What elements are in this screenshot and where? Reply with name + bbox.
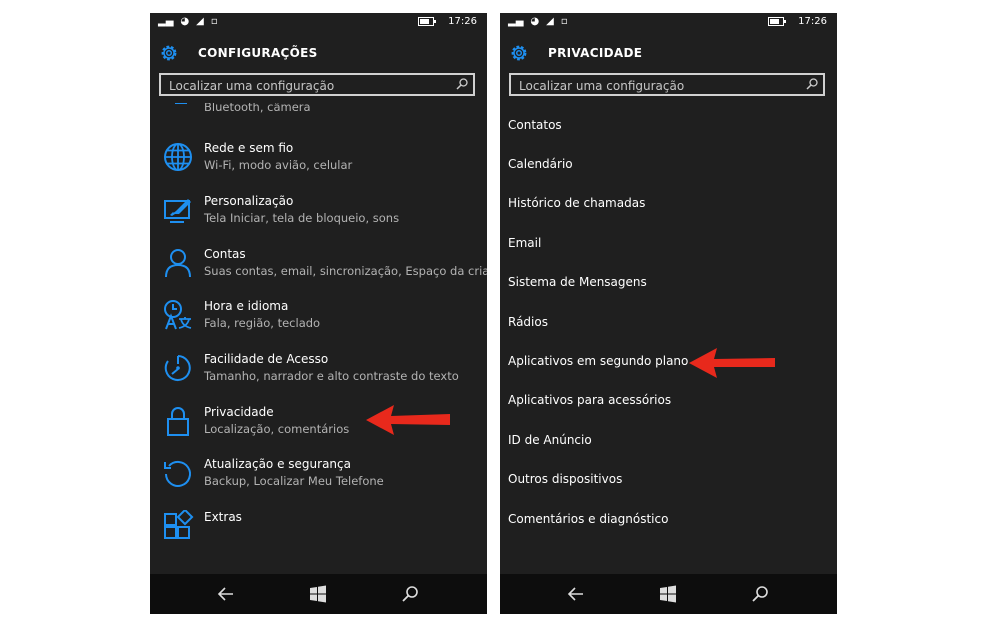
extras-icon bbox=[164, 510, 194, 539]
navigation-bar bbox=[150, 574, 487, 614]
settings-item-title: Extras bbox=[204, 510, 242, 524]
status-bar: ▂▄ ◕ ◢ ▫ 17:26 bbox=[150, 13, 487, 33]
settings-item-title: Facilidade de Acesso bbox=[204, 352, 329, 366]
signal-strength-icon: ◢ bbox=[546, 16, 554, 27]
page-title: PRIVACIDADE bbox=[548, 46, 643, 60]
page-header: CONFIGURAÇÕES bbox=[158, 43, 318, 63]
privacy-item-call-history[interactable]: Histórico de chamadas bbox=[508, 196, 645, 210]
settings-item-subtitle: Wi-Fi, modo avião, celular bbox=[204, 158, 353, 172]
settings-item-subtitle: Fala, região, teclado bbox=[204, 316, 321, 330]
settings-item-accounts[interactable]: Contas Suas contas, email, sincronização… bbox=[162, 247, 487, 293]
windows-start-icon[interactable] bbox=[658, 584, 678, 604]
privacy-list: Contatos Calendário Histórico de chamada… bbox=[500, 103, 837, 583]
settings-item-time-language[interactable]: Hora e idioma Fala, região, teclado bbox=[162, 299, 487, 345]
settings-item-title: Personalização bbox=[204, 194, 294, 208]
clock: 17:26 bbox=[448, 16, 477, 27]
search-input[interactable] bbox=[511, 75, 811, 96]
settings-item-subtitle: Tamanho, narrador e alto contraste do te… bbox=[204, 369, 459, 383]
settings-item-subtitle: Localização, comentários bbox=[204, 422, 350, 436]
settings-list: Bluetooth, câmera Rede e sem fio Wi-Fi, … bbox=[150, 103, 487, 583]
settings-item-title: Rede e sem fio bbox=[204, 141, 294, 155]
settings-item-subtitle: Suas contas, email, sincronização, Espaç… bbox=[204, 264, 487, 278]
search-icon[interactable] bbox=[455, 77, 469, 91]
search-icon[interactable] bbox=[400, 584, 420, 604]
settings-item-ease-of-access[interactable]: Facilidade de Acesso Tamanho, narrador e… bbox=[162, 352, 487, 398]
privacy-item-advertising-id[interactable]: ID de Anúncio bbox=[508, 433, 592, 447]
privacy-item-email[interactable]: Email bbox=[508, 236, 541, 250]
windows-start-icon[interactable] bbox=[308, 584, 328, 604]
screenshot: { "status_bar": {"time": "17:26", "batte… bbox=[0, 0, 984, 622]
red-arrow-privacy bbox=[366, 405, 450, 435]
search-icon[interactable] bbox=[750, 584, 770, 604]
settings-item-update-security[interactable]: Atualização e segurança Backup, Localiza… bbox=[162, 457, 487, 503]
privacy-item-messaging[interactable]: Sistema de Mensagens bbox=[508, 275, 647, 289]
settings-item-devices[interactable]: Bluetooth, câmera bbox=[162, 103, 487, 117]
wifi-icon: ◕ bbox=[530, 16, 540, 27]
person-icon bbox=[165, 249, 191, 278]
status-bar: ▂▄ ◕ ◢ ▫ 17:26 bbox=[500, 13, 837, 33]
privacy-item-feedback-diagnostics[interactable]: Comentários e diagnóstico bbox=[508, 512, 668, 526]
settings-item-title: Atualização e segurança bbox=[204, 457, 351, 471]
lock-icon bbox=[167, 407, 189, 436]
settings-screen: ▂▄ ◕ ◢ ▫ 17:26 CONFIGURAÇÕES Localizar u… bbox=[150, 13, 487, 614]
settings-item-network[interactable]: Rede e sem fio Wi-Fi, modo avião, celula… bbox=[162, 141, 487, 187]
privacy-item-background-apps[interactable]: Aplicativos em segundo plano bbox=[508, 354, 688, 368]
settings-item-personalization[interactable]: Personalização Tela Iniciar, tela de blo… bbox=[162, 194, 487, 240]
battery-icon bbox=[418, 17, 437, 26]
signal-icon: ▂▄ bbox=[508, 16, 524, 27]
gear-icon bbox=[161, 45, 177, 61]
privacy-item-contacts[interactable]: Contatos bbox=[508, 118, 562, 132]
gear-icon bbox=[511, 45, 527, 61]
signal-icon: ▂▄ bbox=[158, 16, 174, 27]
battery-icon bbox=[768, 17, 787, 26]
privacy-screen: ▂▄ ◕ ◢ ▫ 17:26 PRIVACIDADE Contatos Cale… bbox=[500, 13, 837, 614]
privacy-item-accessory-apps[interactable]: Aplicativos para acessórios bbox=[508, 393, 671, 407]
message-icon: ▫ bbox=[210, 16, 218, 27]
battery-level bbox=[420, 19, 429, 24]
search-box[interactable] bbox=[509, 73, 825, 96]
settings-item-subtitle: Backup, Localizar Meu Telefone bbox=[204, 474, 384, 488]
page-title: CONFIGURAÇÕES bbox=[198, 46, 318, 60]
settings-item-title: Contas bbox=[204, 247, 246, 261]
page-header: PRIVACIDADE bbox=[508, 43, 642, 63]
back-icon[interactable] bbox=[216, 584, 236, 604]
wifi-icon: ◕ bbox=[180, 16, 190, 27]
back-icon[interactable] bbox=[566, 584, 586, 604]
search-box[interactable] bbox=[159, 73, 475, 96]
settings-item-title: Hora e idioma bbox=[204, 299, 289, 313]
battery-level bbox=[770, 19, 779, 24]
message-icon: ▫ bbox=[560, 16, 568, 27]
time-language-icon bbox=[164, 300, 192, 330]
settings-item-subtitle: Tela Iniciar, tela de bloqueio, sons bbox=[204, 211, 400, 225]
devices-icon bbox=[175, 103, 187, 104]
search-icon[interactable] bbox=[805, 77, 819, 91]
privacy-item-radios[interactable]: Rádios bbox=[508, 315, 548, 329]
navigation-bar bbox=[500, 574, 837, 614]
signal-strength-icon: ◢ bbox=[196, 16, 204, 27]
clock: 17:26 bbox=[798, 16, 827, 27]
update-icon bbox=[164, 460, 191, 487]
globe-icon bbox=[164, 143, 192, 171]
red-arrow-background-apps bbox=[689, 348, 775, 378]
settings-item-extras[interactable]: Extras bbox=[162, 510, 487, 556]
privacy-item-calendar[interactable]: Calendário bbox=[508, 157, 573, 171]
personalization-icon bbox=[164, 199, 191, 223]
search-input[interactable] bbox=[161, 75, 461, 96]
settings-item-subtitle: Bluetooth, câmera bbox=[204, 103, 311, 114]
ease-of-access-icon bbox=[164, 355, 191, 381]
settings-item-title: Privacidade bbox=[204, 405, 274, 419]
privacy-item-other-devices[interactable]: Outros dispositivos bbox=[508, 472, 622, 486]
